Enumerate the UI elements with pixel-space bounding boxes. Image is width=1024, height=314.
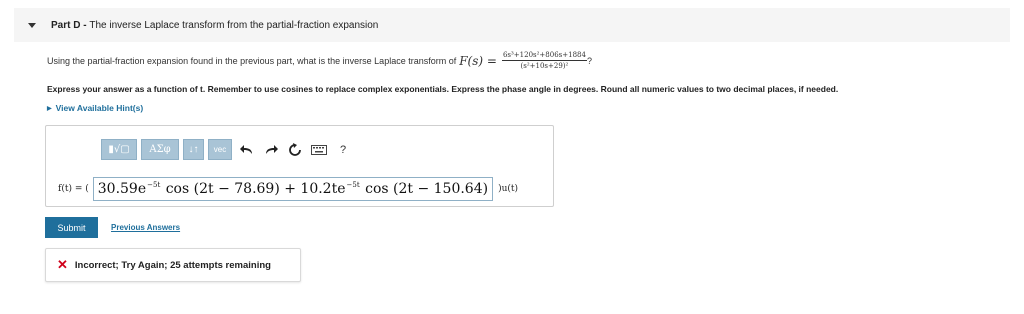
fraction-numerator: 6s³+120s²+806s+1884 [501,51,587,61]
collapse-caret-icon[interactable] [28,22,36,28]
answer-label: f(t) = ( [58,184,89,194]
vector-button[interactable]: vec [208,139,232,160]
part-header[interactable]: Part D - The inverse Laplace transform f… [14,8,1010,42]
answer-exponent-2: −5t [346,181,360,189]
part-title-text: The inverse Laplace transform from the p… [89,19,379,31]
answer-row: f(t) = ( 30.59e −5t cos (2t − 78.69) + 10… [58,177,518,201]
close-icon: ✕ [57,257,68,272]
answer-box: ▮√▢ ΑΣφ ↓↑ vec ? f(t) = ( 30.59e −5t cos … [45,125,554,207]
question-mark: ? [586,55,592,66]
help-button[interactable]: ? [332,139,354,160]
previous-answers-link[interactable]: Previous Answers [111,223,180,232]
templates-button[interactable]: ▮√▢ [101,139,137,160]
answer-term-2: cos (2t − 78.69) + 10.2te [165,181,346,197]
feedback-message: ✕ Incorrect; Try Again; 25 attempts rema… [45,248,301,282]
fraction-denominator: (s²+10s+29)² [520,62,569,70]
answer-instructions: Express your answer as a function of t. … [47,84,839,94]
answer-exponent-1: −5t [147,181,161,189]
greek-symbols-button[interactable]: ΑΣφ [141,139,179,160]
view-hints-label: View Available Hint(s) [55,103,144,113]
answer-input[interactable]: 30.59e −5t cos (2t − 78.69) + 10.2te −5t c… [92,177,494,201]
math-toolbar: ▮√▢ ΑΣφ ↓↑ vec ? [101,139,356,160]
keyboard-icon[interactable] [308,139,330,160]
part-label: Part D [51,19,81,31]
redo-icon[interactable] [260,139,282,160]
view-hints-link[interactable]: ▶ View Available Hint(s) [47,103,143,113]
expand-triangle-icon: ▶ [47,106,52,112]
function-name: F(s) = [459,53,497,68]
part-separator: - [80,19,90,31]
undo-icon[interactable] [236,139,258,160]
part-title: Part D - The inverse Laplace transform f… [51,20,378,31]
submit-button[interactable]: Submit [45,217,98,238]
question-text: Using the partial-fraction expansion fou… [47,51,592,70]
question-body: Using the partial-fraction expansion fou… [47,55,457,66]
subscript-superscript-button[interactable]: ↓↑ [183,139,204,160]
transfer-function-fraction: 6s³+120s²+806s+1884 (s²+10s+29)² [501,51,587,70]
feedback-text: Incorrect; Try Again; 25 attempts remain… [74,259,271,271]
answer-term-1: 30.59e [97,181,147,197]
answer-term-3: cos (2t − 150.64) [365,181,489,197]
reset-icon[interactable] [284,139,306,160]
answer-unit: )u(t) [498,184,519,194]
